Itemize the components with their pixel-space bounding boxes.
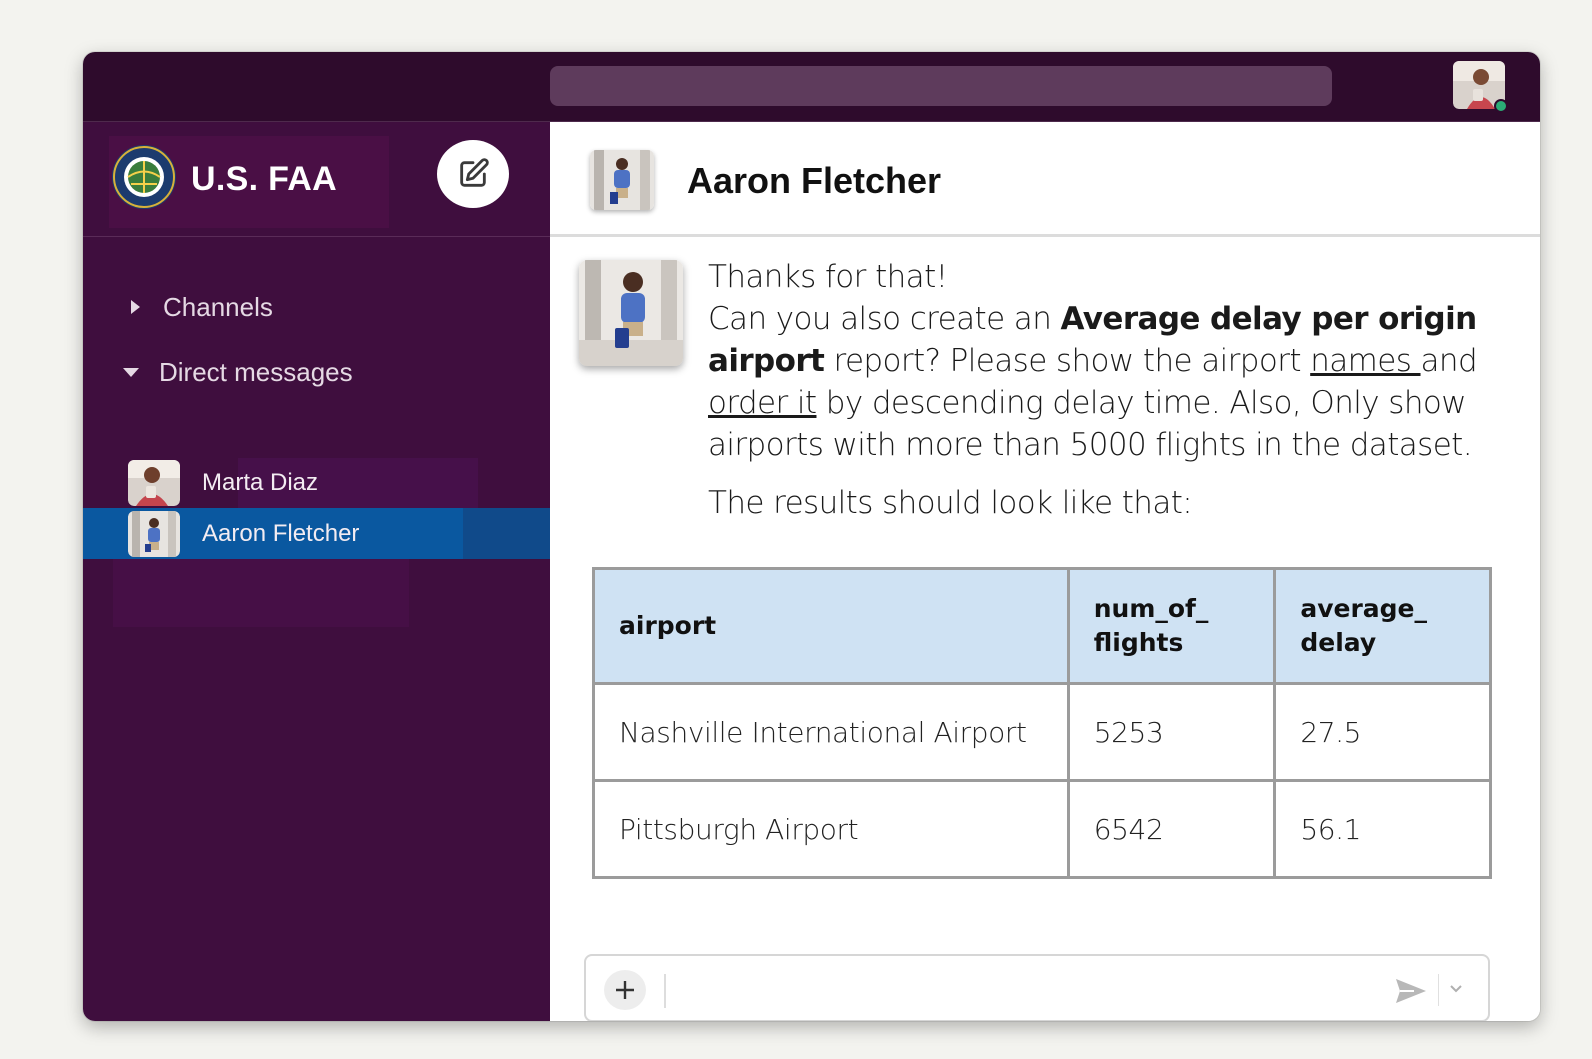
table-cell: 6542 (1066, 779, 1277, 879)
dm-active-highlight (463, 508, 550, 559)
underlined-text: names (1310, 343, 1421, 379)
dm-item-marta-diaz[interactable]: Marta Diaz (83, 457, 550, 508)
top-bar (83, 52, 1540, 122)
online-status-indicator (1494, 99, 1508, 113)
caret-right-icon (131, 300, 140, 314)
message-line: Thanks for that! (708, 259, 948, 295)
column-header-average-delay: average_ delay (1273, 567, 1492, 685)
message-body: Thanks for that! Can you also create an … (708, 256, 1508, 524)
table-cell: 27.5 (1273, 682, 1492, 782)
table-cell: Pittsburgh Airport (592, 779, 1070, 879)
send-icon[interactable] (1394, 976, 1428, 1006)
plus-icon (616, 981, 634, 999)
conversation-header: Aaron Fletcher (550, 122, 1540, 237)
message-composer[interactable] (584, 954, 1490, 1021)
channels-section-toggle[interactable]: Channels (83, 287, 550, 327)
message-text: report? Please show the airport (824, 343, 1311, 379)
caret-down-icon (123, 368, 139, 377)
workspace-name[interactable]: U.S. FAA (191, 160, 337, 199)
compose-button[interactable] (437, 140, 509, 208)
table-header-row: airport num_of_ flights average_ delay (592, 567, 1492, 685)
add-attachment-button[interactable] (604, 970, 646, 1010)
table-cell: 56.1 (1273, 779, 1492, 879)
table-cell: Nashville International Airport (592, 682, 1070, 782)
underlined-text: order it (708, 385, 817, 421)
conversation-pane: Aaron Fletcher Thanks for that! Can you … (550, 122, 1540, 1021)
message-paragraph: Can you also create an Average delay per… (708, 298, 1508, 466)
column-header-airport: airport (592, 567, 1070, 685)
sidebar-placeholder-block (113, 559, 409, 627)
direct-messages-section-toggle[interactable]: Direct messages (83, 352, 550, 392)
search-bar[interactable] (550, 66, 1332, 106)
message-line: The results should look like that: (708, 485, 1193, 521)
faa-seal-logo (112, 145, 176, 209)
dm-name: Marta Diaz (202, 468, 319, 496)
chevron-down-icon[interactable] (1448, 980, 1464, 996)
table-row: Pittsburgh Airport 6542 56.1 (592, 779, 1492, 879)
column-header-num-of-flights: num_of_ flights (1066, 567, 1277, 685)
conversation-title: Aaron Fletcher (687, 160, 942, 201)
message-text: and (1420, 343, 1478, 379)
sidebar: U.S. FAA Channels Direct messages Marta … (83, 122, 550, 1021)
results-table: airport num_of_ flights average_ delay N… (592, 567, 1492, 879)
workspace-header: U.S. FAA (83, 122, 550, 237)
message-sender-avatar[interactable] (579, 260, 683, 366)
compose-icon (460, 158, 489, 187)
app-window: U.S. FAA Channels Direct messages Marta … (83, 52, 1540, 1021)
channels-label: Channels (163, 291, 273, 322)
send-divider (1438, 974, 1439, 1006)
header-avatar[interactable] (590, 150, 654, 210)
marta-diaz-avatar (128, 459, 180, 506)
direct-messages-label: Direct messages (159, 356, 353, 387)
table-cell: 5253 (1066, 682, 1277, 782)
message-text: by descending delay time. Also, Only sho… (708, 385, 1473, 463)
message-text: Can you also create an (708, 301, 1061, 337)
aaron-fletcher-avatar (128, 510, 180, 557)
table-row: Nashville International Airport 5253 27.… (592, 682, 1492, 782)
dm-name: Aaron Fletcher (202, 519, 360, 547)
composer-divider (664, 974, 666, 1008)
